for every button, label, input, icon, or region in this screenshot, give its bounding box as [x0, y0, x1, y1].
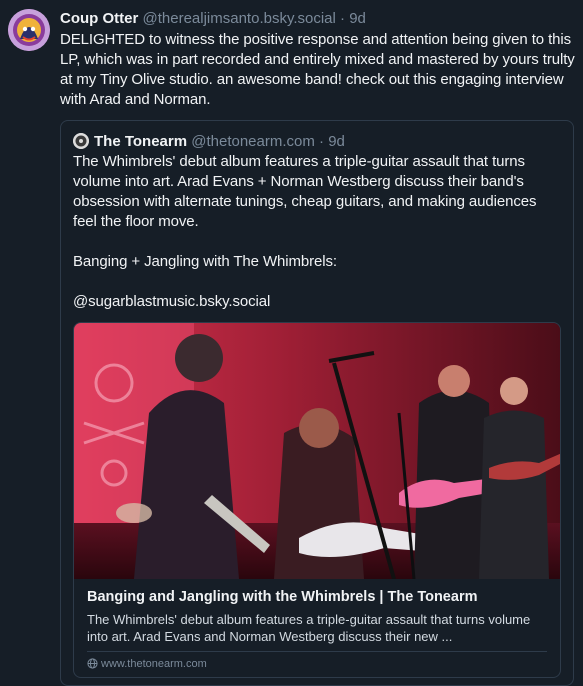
author-avatar[interactable] — [8, 9, 50, 51]
quote-text: The Whimbrels' debut album features a tr… — [73, 152, 563, 312]
quote-paragraph: Banging + Jangling with The Whimbrels: — [73, 253, 337, 270]
globe-icon — [87, 658, 98, 672]
card-domain: www.thetonearm.com — [101, 658, 207, 670]
post-text: DELIGHTED to witness the positive respon… — [60, 31, 575, 108]
quote-time[interactable]: 9d — [328, 133, 345, 150]
author-handle[interactable]: @therealjimsanto.bsky.social — [143, 10, 336, 27]
post[interactable]: Coup Otter @therealjimsanto.bsky.social … — [0, 0, 583, 686]
card-thumbnail-image — [74, 323, 560, 579]
quote-mention[interactable]: @sugarblastmusic.bsky.social — [73, 292, 563, 312]
post-header: Coup Otter @therealjimsanto.bsky.social … — [60, 9, 576, 29]
separator: · — [340, 10, 346, 27]
quote-paragraph: The Whimbrels' debut album features a tr… — [73, 153, 537, 230]
quote-author-handle[interactable]: @thetonearm.com — [191, 133, 315, 150]
quoted-post[interactable]: The Tonearm @thetonearm.com · 9d The Whi… — [60, 120, 574, 686]
quote-separator: · — [319, 133, 325, 150]
card-title: Banging and Jangling with the Whimbrels … — [87, 589, 478, 605]
card-url: www.thetonearm.com — [87, 658, 207, 672]
author-name[interactable]: Coup Otter — [60, 10, 138, 27]
card-divider — [87, 651, 547, 652]
quote-header: The Tonearm @thetonearm.com · 9d — [73, 132, 345, 152]
quote-author-avatar[interactable] — [73, 133, 89, 149]
quote-author-name[interactable]: The Tonearm — [94, 133, 187, 150]
card-description: The Whimbrels' debut album features a tr… — [87, 612, 531, 644]
link-card[interactable]: Banging and Jangling with the Whimbrels … — [73, 322, 561, 678]
post-time[interactable]: 9d — [349, 10, 366, 27]
